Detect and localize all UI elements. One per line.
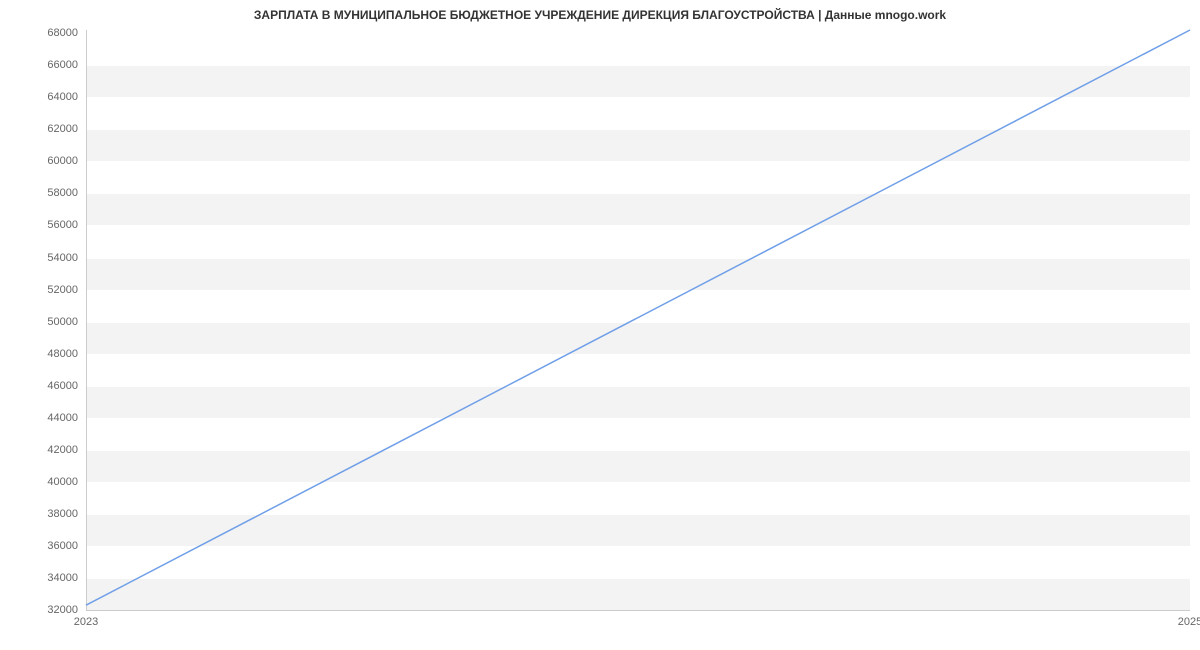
y-tick-label: 62000 [47, 123, 78, 135]
y-tick-label: 68000 [47, 27, 78, 39]
chart-title: ЗАРПЛАТА В МУНИЦИПАЛЬНОЕ БЮДЖЕТНОЕ УЧРЕЖ… [0, 8, 1200, 22]
y-tick-label: 42000 [47, 444, 78, 456]
y-tick-label: 56000 [47, 219, 78, 231]
y-tick-label: 40000 [47, 476, 78, 488]
y-tick-label: 64000 [47, 91, 78, 103]
x-tick-label: 2023 [74, 616, 98, 628]
y-tick-label: 36000 [47, 540, 78, 552]
y-tick-label: 66000 [47, 59, 78, 71]
x-tick-label: 2025 [1178, 616, 1200, 628]
y-tick-label: 54000 [47, 252, 78, 264]
y-tick-label: 38000 [47, 508, 78, 520]
data-line [86, 30, 1190, 605]
y-tick-label: 46000 [47, 380, 78, 392]
y-tick-label: 32000 [47, 604, 78, 616]
y-tick-label: 48000 [47, 348, 78, 360]
line-series [86, 30, 1190, 610]
y-tick-label: 60000 [47, 155, 78, 167]
y-tick-label: 44000 [47, 412, 78, 424]
y-tick-label: 50000 [47, 316, 78, 328]
plot-area: 3200034000360003800040000420004400046000… [86, 30, 1190, 610]
y-tick-label: 58000 [47, 187, 78, 199]
chart-container: ЗАРПЛАТА В МУНИЦИПАЛЬНОЕ БЮДЖЕТНОЕ УЧРЕЖ… [0, 0, 1200, 650]
y-tick-label: 52000 [47, 284, 78, 296]
x-axis-line [86, 610, 1190, 611]
y-tick-label: 34000 [47, 572, 78, 584]
